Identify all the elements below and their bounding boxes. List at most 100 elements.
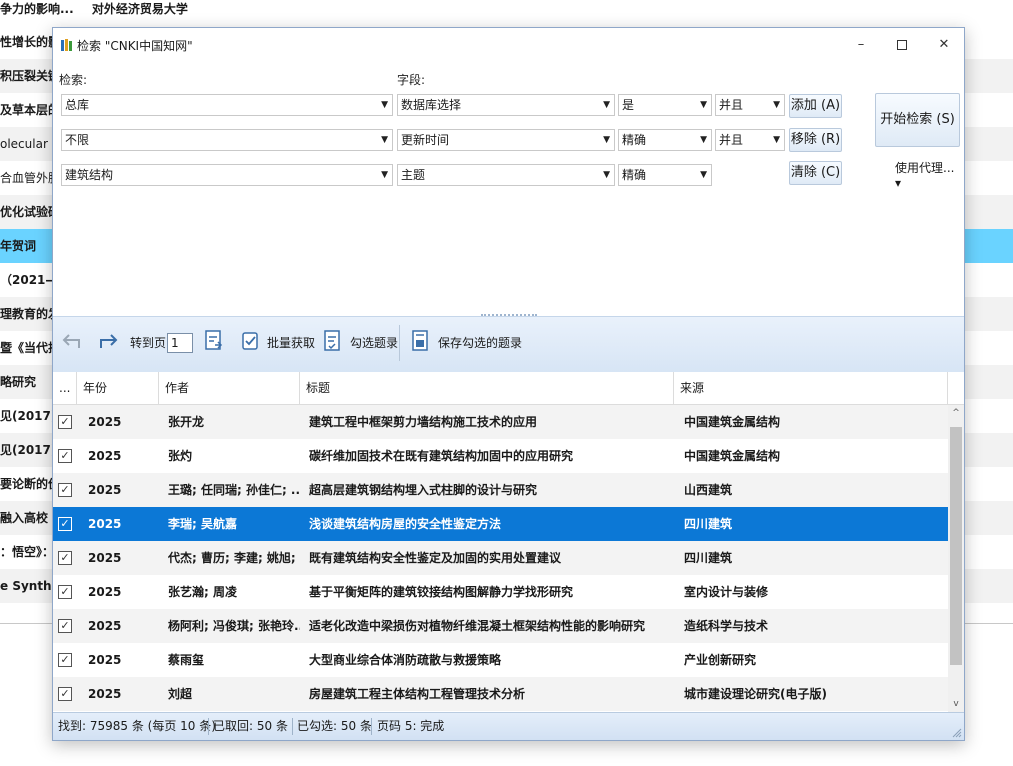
dropdown-arrow-icon: ▼ [603,170,610,180]
dropdown-arrow-icon: ▼ [773,135,780,145]
dropdown-arrow-icon: ▼ [381,170,388,180]
table-row[interactable]: ✓ 2025 张灼 碳纤维加固技术在既有建筑结构加固中的应用研究 中国建筑金属结构 [53,439,948,473]
scope-value: 建筑结构 [65,168,114,182]
row-year: 2025 [88,585,122,599]
goto-page-icon[interactable] [203,328,227,354]
row-checkbox[interactable]: ✓ [58,619,72,633]
row-checkbox[interactable]: ✓ [58,585,72,599]
row-checkbox[interactable]: ✓ [58,551,72,565]
title-bar[interactable]: 检索 "CNKI中国知网" – ✕ [53,28,964,62]
table-row[interactable]: ✓ 2025 张开龙 建筑工程中框架剪力墙结构施工技术的应用 中国建筑金属结构 [53,405,948,439]
close-icon[interactable]: ✕ [933,34,955,56]
row-checkbox[interactable]: ✓ [58,517,72,531]
row-title: 碳纤维加固技术在既有建筑结构加固中的应用研究 [309,449,574,463]
table-row[interactable]: ✓ 2025 张艺瀚; 周凌 基于平衡矩阵的建筑铰接结构图解静力学找形研究 室内设计与装… [53,575,948,609]
row-checkbox[interactable]: ✓ [58,449,72,463]
remove-button[interactable]: 移除 (R) [789,128,842,152]
field-value: 主题 [401,168,426,182]
status-divider [208,718,209,735]
column-header-check[interactable]: ... [53,372,77,405]
add-button[interactable]: 添加 (A) [789,94,842,118]
logic-combo-1[interactable]: 并且 ▼ [715,94,785,116]
results-toolbar: 转到页 1 批量获取 勾选题录 保存勾选的题录 [53,316,964,372]
field-combo-3[interactable]: 主题 ▼ [397,164,615,186]
scope-combo-3[interactable]: 建筑结构 ▼ [61,164,393,186]
row-year: 2025 [88,483,122,497]
scroll-up-icon[interactable]: ^ [948,405,964,421]
batch-fetch-label[interactable]: 批量获取 [267,334,315,351]
field-value: 更新时间 [401,133,450,147]
row-checkbox[interactable]: ✓ [58,483,72,497]
background-row-text: 见(2017) [0,443,57,457]
dropdown-arrow-icon: ▼ [603,135,610,145]
match-combo-3[interactable]: 精确 ▼ [618,164,712,186]
background-row-text: 及草本层的 [0,103,61,117]
row-title: 适老化改造中梁损伤对植物纤维混凝土框架结构性能的影响研究 [309,619,646,633]
column-header-year[interactable]: 年份 [77,372,159,405]
resize-grip-icon[interactable] [952,728,962,738]
maximize-icon[interactable] [891,34,913,56]
row-title: 基于平衡矩阵的建筑铰接结构图解静力学找形研究 [309,585,574,599]
row-year: 2025 [88,415,122,429]
background-row-text: 积压裂关键 [0,69,61,83]
table-row[interactable]: ✓ 2025 王璐; 任同瑞; 孙佳仁; ... 超高层建筑钢结构埋入式柱脚的设计与研… [53,473,948,507]
row-source: 山西建筑 [684,483,733,497]
row-author: 王璐; 任同瑞; 孙佳仁; ... [168,483,300,497]
row-checkbox[interactable]: ✓ [58,415,72,429]
row-source: 产业创新研究 [684,653,757,667]
logic-combo-2[interactable]: 并且 ▼ [715,129,785,151]
row-author: 代杰; 曹历; 李建; 姚旭; ... [168,551,300,565]
background-row-text: 理教育的发 [0,307,61,321]
field-value: 数据库选择 [401,98,462,112]
row-author: 张艺瀚; 周凌 [168,585,237,599]
scope-combo-1[interactable]: 总库 ▼ [61,94,393,116]
scroll-down-icon[interactable]: v [948,696,964,712]
toolbar-divider [399,325,400,361]
save-records-label[interactable]: 保存勾选的题录 [438,334,522,351]
row-source: 室内设计与装修 [684,585,769,599]
row-title: 建筑工程中框架剪力墙结构施工技术的应用 [309,415,538,429]
use-proxy-dropdown[interactable]: 使用代理... ▾ [895,159,964,190]
table-row[interactable]: ✓ 2025 刘超 房屋建筑工程主体结构工程管理技术分析 城市建设理论研究(电子版) [53,677,948,711]
background-row-text: 融入高校 [0,511,49,525]
clear-button[interactable]: 清除 (C) [789,161,842,185]
check-records-label[interactable]: 勾选题录 [350,334,398,351]
row-year: 2025 [88,619,122,633]
scope-combo-2[interactable]: 不限 ▼ [61,129,393,151]
start-search-button[interactable]: 开始检索 (S) [875,93,960,147]
status-found: 找到: 75985 条 (每页 10 条) [58,719,216,733]
scrollbar-thumb[interactable] [950,427,962,665]
row-author: 刘超 [168,687,193,701]
row-title: 超高层建筑钢结构埋入式柱脚的设计与研究 [309,483,538,497]
match-combo-1[interactable]: 是 ▼ [618,94,712,116]
field-combo-1[interactable]: 数据库选择 ▼ [397,94,615,116]
background-row-text: 暨《当代排 [0,341,61,355]
save-records-icon[interactable] [409,328,433,354]
table-row[interactable]: ✓ 2025 杨阿利; 冯俊琪; 张艳玲... 适老化改造中梁损伤对植物纤维混凝土框架… [53,609,948,643]
row-checkbox[interactable]: ✓ [58,687,72,701]
column-header-source[interactable]: 来源 [674,372,948,405]
forward-arrow-icon[interactable] [95,328,121,354]
minimize-icon[interactable]: – [850,34,872,56]
table-row[interactable]: ✓ 2025 蔡雨玺 大型商业综合体消防疏散与救援策略 产业创新研究 [53,643,948,677]
page-number-input[interactable]: 1 [167,333,193,353]
field-combo-2[interactable]: 更新时间 ▼ [397,129,615,151]
column-header-author[interactable]: 作者 [159,372,300,405]
row-checkbox[interactable]: ✓ [58,653,72,667]
table-row[interactable]: ✓ 2025 代杰; 曹历; 李建; 姚旭; ... 既有建筑结构安全性鉴定及加固的实… [53,541,948,575]
match-value: 精确 [622,133,647,147]
table-header: ... 年份 作者 标题 来源 [53,372,964,405]
row-source: 中国建筑金属结构 [684,449,781,463]
row-source: 四川建筑 [684,551,733,565]
table-row[interactable]: ✓ 2025 李瑞; 吴航嘉 浅谈建筑结构房屋的安全性鉴定方法 四川建筑 [53,507,948,541]
match-combo-2[interactable]: 精确 ▼ [618,129,712,151]
batch-fetch-icon[interactable] [239,328,263,354]
row-source: 中国建筑金属结构 [684,415,781,429]
back-arrow-icon[interactable] [59,328,85,354]
vertical-scrollbar[interactable]: ^ v [948,405,964,712]
column-header-title[interactable]: 标题 [300,372,674,405]
check-records-icon[interactable] [321,328,345,354]
status-bar: 找到: 75985 条 (每页 10 条) 已取回: 50 条 已勾选: 50 … [53,712,964,740]
goto-page-label: 转到页 [130,336,167,350]
logic-value: 并且 [719,98,744,112]
